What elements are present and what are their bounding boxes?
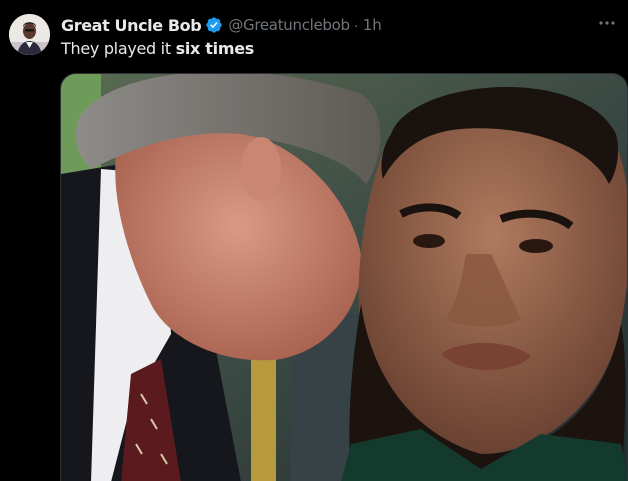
avatar-image bbox=[9, 14, 50, 55]
tweet[interactable]: Great Uncle Bob @Greatunclebob · 1h They… bbox=[0, 0, 628, 481]
separator-dot: · bbox=[353, 16, 359, 34]
verified-badge-icon bbox=[205, 16, 223, 34]
tweet-header: Great Uncle Bob @Greatunclebob · 1h bbox=[61, 14, 382, 36]
ellipsis-icon bbox=[599, 21, 615, 25]
tweet-media[interactable] bbox=[60, 73, 628, 481]
tweet-text: They played it six times bbox=[61, 39, 254, 58]
display-name[interactable]: Great Uncle Bob bbox=[61, 16, 202, 35]
avatar[interactable] bbox=[9, 14, 50, 55]
tweet-text-bold: six times bbox=[175, 39, 255, 58]
meme-photo bbox=[61, 74, 627, 481]
timestamp[interactable]: 1h bbox=[363, 16, 382, 34]
more-options-button[interactable] bbox=[596, 14, 618, 32]
handle[interactable]: @Greatunclebob bbox=[228, 16, 350, 34]
tweet-text-prefix: They played it bbox=[61, 39, 176, 58]
